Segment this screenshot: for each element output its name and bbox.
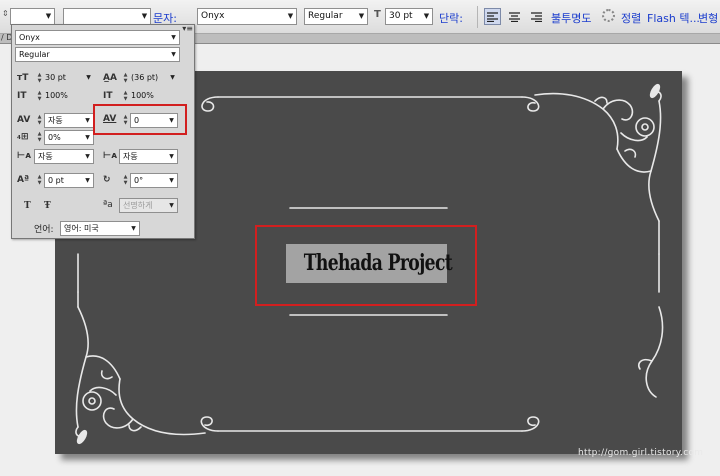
chevron-down-icon: ▼: [85, 117, 90, 124]
chevron-down-icon: ▼: [131, 225, 136, 232]
tsume-value: 0%: [48, 133, 61, 142]
anti-alias-icon: ªa: [103, 200, 113, 210]
baseline-shift-field[interactable]: 0 pt ▼: [44, 173, 94, 188]
title-highlight-box: [255, 225, 477, 306]
aki-right-select[interactable]: 자동 ▼: [119, 149, 178, 164]
tsume-icon: ₄⊞: [17, 132, 29, 142]
language-value: 영어: 미국: [64, 224, 99, 233]
leading-icon: A̲A: [103, 73, 117, 83]
chevron-down-icon: ▼: [169, 202, 174, 209]
align-left-icon: [487, 11, 498, 22]
chevron-down-icon: ▼: [85, 177, 90, 184]
separator: [477, 6, 478, 28]
chevron-down-icon: ▼: [170, 74, 175, 81]
horizontal-scale-field[interactable]: 100%: [130, 89, 178, 104]
language-label: 언어:: [34, 225, 54, 235]
font-family-value: Onyx: [201, 11, 225, 21]
chevron-down-icon: ▼: [171, 34, 176, 41]
language-select[interactable]: 영어: 미국 ▼: [60, 221, 140, 236]
chevron-down-icon: ▼: [171, 51, 176, 58]
align-center-button[interactable]: [506, 8, 523, 25]
left-blank-field[interactable]: ▼: [10, 8, 55, 25]
align-panel-link[interactable]: 정렬: [621, 10, 641, 26]
chevron-down-icon: ▼: [169, 153, 174, 160]
paragraph-label: 단락:: [439, 12, 463, 25]
align-center-icon: [509, 11, 520, 22]
opacity-label[interactable]: 불투명도: [551, 10, 591, 26]
flash-text-link[interactable]: Flash 텍...: [647, 10, 700, 26]
vertical-scale-icon: IT: [17, 91, 27, 101]
left-blank-field-2[interactable]: ▼: [63, 8, 151, 25]
underline-icon[interactable]: T: [24, 199, 40, 213]
tracking-highlight-box: [93, 104, 187, 135]
chevron-down-icon: ▼: [141, 12, 148, 20]
font-size-value: 30 pt: [389, 11, 413, 21]
tsume-stepper[interactable]: ▲ ▼: [36, 131, 43, 144]
chevron-down-icon: ▼: [169, 177, 174, 184]
font-style-value: Regular: [308, 11, 343, 21]
tsume-field[interactable]: 0% ▼: [44, 130, 94, 145]
panel-menu-icon[interactable]: ▾≡: [182, 25, 193, 33]
font-size-stepper[interactable]: ▲ ▼: [36, 72, 43, 85]
font-size-select[interactable]: 30 pt ▼: [385, 8, 433, 25]
vertical-scale-value: 100%: [45, 91, 68, 100]
kerning-select[interactable]: 자동 ▼: [44, 113, 94, 128]
transform-link[interactable]: 변형: [698, 10, 718, 26]
scroll-arrows-icon[interactable]: ⇕: [2, 9, 9, 18]
anti-alias-select[interactable]: 선명하게 ▼: [119, 198, 178, 213]
aki-left-value: 자동: [38, 152, 53, 161]
panel-font-style-value: Regular: [19, 50, 50, 59]
leading-value: (36 pt): [131, 73, 159, 82]
corner-ornament-tr: [521, 83, 662, 255]
panel-font-family-value: Onyx: [19, 33, 40, 42]
font-family-select[interactable]: Onyx ▼: [197, 8, 297, 25]
strikethrough-icon[interactable]: Ŧ: [44, 199, 60, 213]
gear-icon[interactable]: [602, 9, 615, 22]
baseline-shift-stepper[interactable]: ▲ ▼: [36, 174, 43, 187]
anti-alias-value: 선명하게: [123, 201, 153, 210]
vertical-scale-stepper[interactable]: ▲ ▼: [36, 90, 43, 103]
character-rotation-icon: ↻: [103, 175, 111, 185]
kerning-stepper[interactable]: ▲ ▼: [36, 114, 43, 127]
baseline-shift-value: 0 pt: [48, 176, 64, 185]
baseline-shift-icon: Aª: [17, 175, 30, 185]
align-right-icon: [531, 11, 542, 22]
align-right-button[interactable]: [528, 8, 545, 25]
chevron-down-icon: ▼: [45, 12, 52, 20]
horizontal-scale-stepper[interactable]: ▲ ▼: [122, 90, 129, 103]
aki-left-icon: ⊢ᴀ: [17, 151, 32, 161]
chevron-down-icon: ▼: [86, 74, 91, 81]
aki-right-value: 자동: [123, 152, 138, 161]
chevron-down-icon: ▼: [85, 153, 90, 160]
corner-ornament-bl: [75, 291, 219, 445]
font-size-icon: ᴛT: [17, 73, 29, 83]
chevron-down-icon: ▼: [85, 134, 90, 141]
align-left-button[interactable]: [484, 8, 501, 25]
chevron-down-icon: ▼: [287, 12, 294, 20]
character-rotation-field[interactable]: 0° ▼: [130, 173, 178, 188]
chevron-down-icon: ▼: [358, 12, 365, 20]
character-rotation-stepper[interactable]: ▲ ▼: [122, 174, 129, 187]
panel-font-style-select[interactable]: Regular ▼: [15, 47, 180, 62]
watermark-text: http://gom.girl.tistory.com: [578, 448, 704, 458]
chevron-down-icon: ▼: [423, 12, 430, 20]
panel-font-family-select[interactable]: Onyx ▼: [15, 30, 180, 45]
leading-stepper[interactable]: ▲ ▼: [122, 72, 129, 85]
character-rotation-value: 0°: [134, 176, 144, 185]
font-size-icon: T: [374, 9, 381, 20]
panel-font-size-field[interactable]: 30 pt ▼: [44, 71, 94, 86]
font-style-select[interactable]: Regular ▼: [304, 8, 368, 25]
panel-font-size-value: 30 pt: [45, 73, 66, 82]
kerning-icon: AV: [17, 115, 31, 125]
kerning-value: 자동: [48, 116, 63, 125]
vertical-scale-field[interactable]: 100%: [44, 89, 94, 104]
horizontal-scale-value: 100%: [131, 91, 154, 100]
leading-field[interactable]: (36 pt) ▼: [130, 71, 178, 86]
horizontal-scale-icon: IT: [103, 91, 113, 101]
aki-right-icon: ⊢ᴀ: [103, 151, 118, 161]
aki-left-select[interactable]: 자동 ▼: [34, 149, 94, 164]
